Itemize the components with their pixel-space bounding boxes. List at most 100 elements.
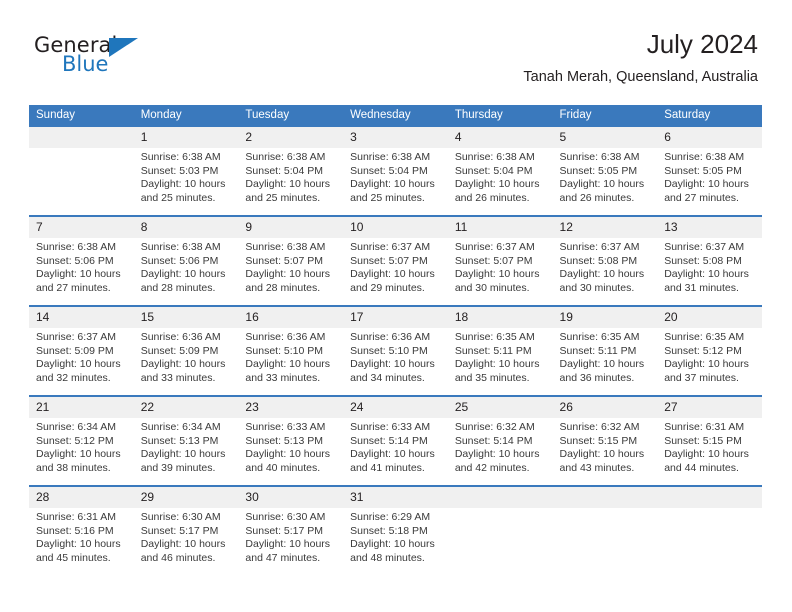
calendar-day-cell[interactable]: 26 Sunrise: 6:32 AM Sunset: 5:15 PM Dayligh…: [552, 395, 658, 486]
calendar-day-cell[interactable]: 12 Sunrise: 6:37 AM Sunset: 5:08 PM Dayligh…: [552, 215, 658, 306]
day-number: 5: [552, 127, 658, 148]
calendar-day-cell[interactable]: 1 Sunrise: 6:38 AM Sunset: 5:03 PM Daylight…: [133, 127, 239, 216]
day-sunrise-text: Sunrise: 6:37 AM: [454, 241, 535, 253]
day-number: 9: [238, 217, 344, 238]
calendar-week-row: 21 Sunrise: 6:34 AM Sunset: 5:12 PM Dayligh…: [29, 395, 762, 486]
day-sunrise-text: Sunrise: 6:36 AM: [245, 331, 326, 343]
calendar-day-cell[interactable]: 4 Sunrise: 6:38 AM Sunset: 5:04 PM Daylight…: [447, 127, 553, 216]
calendar-day-cell[interactable]: 23 Sunrise: 6:33 AM Sunset: 5:13 PM Dayligh…: [238, 395, 344, 486]
calendar-day-cell[interactable]: 15 Sunrise: 6:36 AM Sunset: 5:09 PM Dayligh…: [133, 305, 239, 396]
calendar-day-cell[interactable]: 24 Sunrise: 6:33 AM Sunset: 5:14 PM Dayligh…: [343, 395, 448, 486]
day-daylight-line1-text: Daylight: 10 hours: [559, 358, 645, 371]
day-details: Sunrise: 6:38 AM Sunset: 5:04 PM Daylight:…: [343, 148, 448, 205]
day-daylight-line2-text: and 45 minutes.: [36, 551, 111, 564]
day-sunrise-text: Sunrise: 6:38 AM: [36, 241, 116, 253]
day-details: Sunrise: 6:32 AM Sunset: 5:14 PM Daylight:…: [448, 418, 553, 475]
day-daylight-line1-text: Daylight: 10 hours: [350, 268, 435, 281]
day-daylight-line1-text: Daylight: 10 hours: [664, 268, 749, 281]
day-daylight-line2-text: and 42 minutes.: [454, 461, 530, 474]
day-details: Sunrise: 6:37 AM Sunset: 5:07 PM Daylight:…: [343, 238, 448, 295]
day-sunset-text: Sunset: 5:11 PM: [454, 344, 532, 357]
calendar-day-cell[interactable]: 2 Sunrise: 6:38 AM Sunset: 5:04 PM Daylight…: [238, 127, 344, 216]
day-sunrise-text: Sunrise: 6:37 AM: [36, 331, 116, 343]
calendar-day-cell[interactable]: 13 Sunrise: 6:37 AM Sunset: 5:08 PM Dayligh…: [657, 215, 762, 306]
day-sunrise-text: Sunrise: 6:35 AM: [454, 331, 535, 343]
weekday-header-friday: Friday: [552, 105, 658, 127]
day-sunset-text: Sunset: 5:17 PM: [140, 524, 219, 537]
day-sunrise-text: Sunrise: 6:31 AM: [664, 421, 745, 433]
day-sunrise-text: Sunrise: 6:37 AM: [664, 241, 745, 253]
day-details: Sunrise: 6:33 AM Sunset: 5:14 PM Daylight:…: [343, 418, 448, 475]
day-details: Sunrise: 6:37 AM Sunset: 5:08 PM Daylight:…: [657, 238, 762, 295]
weekday-header-tuesday: Tuesday: [238, 105, 344, 127]
day-daylight-line2-text: and 44 minutes.: [664, 461, 739, 474]
calendar-day-cell[interactable]: 21 Sunrise: 6:34 AM Sunset: 5:12 PM Dayligh…: [29, 395, 134, 486]
calendar-day-cell[interactable]: 29 Sunrise: 6:30 AM Sunset: 5:17 PM Dayligh…: [133, 485, 239, 575]
calendar-day-cell[interactable]: 19 Sunrise: 6:35 AM Sunset: 5:11 PM Dayligh…: [552, 305, 658, 396]
calendar-day-cell[interactable]: 17 Sunrise: 6:36 AM Sunset: 5:10 PM Dayligh…: [343, 305, 448, 396]
calendar-day-cell[interactable]: 8 Sunrise: 6:38 AM Sunset: 5:06 PM Daylight…: [133, 215, 239, 306]
day-number: 19: [552, 307, 658, 328]
day-daylight-line1-text: Daylight: 10 hours: [245, 538, 331, 551]
day-daylight-line1-text: Daylight: 10 hours: [559, 268, 645, 281]
weekday-header-row: Sunday Monday Tuesday Wednesday Thursday…: [29, 105, 762, 127]
day-daylight-line2-text: and 27 minutes.: [36, 281, 111, 294]
calendar-day-cell[interactable]: 31 Sunrise: 6:29 AM Sunset: 5:18 PM Dayligh…: [343, 485, 448, 575]
day-daylight-line2-text: and 28 minutes.: [245, 281, 321, 294]
day-sunset-text: Sunset: 5:07 PM: [245, 254, 324, 267]
calendar-day-cell[interactable]: 14 Sunrise: 6:37 AM Sunset: 5:09 PM Dayligh…: [29, 305, 134, 396]
day-daylight-line2-text: and 38 minutes.: [36, 461, 111, 474]
day-daylight-line1-text: Daylight: 10 hours: [140, 448, 226, 461]
day-daylight-line2-text: and 46 minutes.: [140, 551, 216, 564]
day-daylight-line1-text: Daylight: 10 hours: [245, 358, 331, 371]
calendar-day-cell[interactable]: 25 Sunrise: 6:32 AM Sunset: 5:14 PM Dayligh…: [447, 395, 553, 486]
day-daylight-line1-text: Daylight: 10 hours: [454, 358, 540, 371]
calendar-day-cell[interactable]: 22 Sunrise: 6:34 AM Sunset: 5:13 PM Dayligh…: [133, 395, 239, 486]
day-daylight-line2-text: and 27 minutes.: [664, 191, 739, 204]
day-details: Sunrise: 6:36 AM Sunset: 5:10 PM Daylight:…: [343, 328, 448, 385]
calendar-day-cell[interactable]: 5 Sunrise: 6:38 AM Sunset: 5:05 PM Daylight…: [552, 127, 658, 216]
day-sunrise-text: Sunrise: 6:34 AM: [140, 421, 221, 433]
day-number: 6: [657, 127, 762, 148]
calendar-day-cell[interactable]: 28 Sunrise: 6:31 AM Sunset: 5:16 PM Dayligh…: [29, 485, 134, 575]
calendar-day-cell[interactable]: 20 Sunrise: 6:35 AM Sunset: 5:12 PM Dayligh…: [657, 305, 762, 396]
brand-logo[interactable]: General Blue: [34, 34, 154, 80]
calendar-day-cell[interactable]: 18 Sunrise: 6:35 AM Sunset: 5:11 PM Dayligh…: [447, 305, 553, 396]
day-sunset-text: Sunset: 5:10 PM: [350, 344, 428, 357]
day-sunset-text: Sunset: 5:08 PM: [559, 254, 638, 267]
day-sunset-text: Sunset: 5:04 PM: [454, 164, 533, 177]
day-number: 28: [29, 487, 134, 508]
calendar-day-cell[interactable]: 27 Sunrise: 6:31 AM Sunset: 5:15 PM Dayligh…: [657, 395, 762, 486]
calendar-day-cell[interactable]: 3 Sunrise: 6:38 AM Sunset: 5:04 PM Daylight…: [343, 127, 448, 216]
calendar-day-cell[interactable]: 7 Sunrise: 6:38 AM Sunset: 5:06 PM Daylight…: [29, 215, 134, 306]
brand-name-blue: Blue: [62, 52, 109, 76]
day-sunrise-text: Sunrise: 6:38 AM: [664, 151, 745, 163]
day-details: Sunrise: 6:38 AM Sunset: 5:06 PM Daylight:…: [134, 238, 239, 295]
calendar-day-cell[interactable]: 11 Sunrise: 6:37 AM Sunset: 5:07 PM Dayligh…: [447, 215, 553, 306]
day-sunrise-text: Sunrise: 6:34 AM: [36, 421, 116, 433]
day-daylight-line2-text: and 34 minutes.: [350, 371, 425, 384]
day-daylight-line2-text: and 30 minutes.: [559, 281, 635, 294]
day-number: 14: [29, 307, 134, 328]
day-daylight-line1-text: Daylight: 10 hours: [350, 448, 435, 461]
day-details: Sunrise: 6:31 AM Sunset: 5:15 PM Daylight:…: [657, 418, 762, 475]
day-sunrise-text: Sunrise: 6:32 AM: [559, 421, 640, 433]
day-sunrise-text: Sunrise: 6:38 AM: [350, 151, 431, 163]
day-daylight-line2-text: and 39 minutes.: [140, 461, 216, 474]
calendar-day-cell[interactable]: 16 Sunrise: 6:36 AM Sunset: 5:10 PM Dayligh…: [238, 305, 344, 396]
calendar-day-cell[interactable]: 30 Sunrise: 6:30 AM Sunset: 5:17 PM Dayligh…: [238, 485, 344, 575]
calendar-day-cell[interactable]: 10 Sunrise: 6:37 AM Sunset: 5:07 PM Dayligh…: [343, 215, 448, 306]
day-number: 8: [133, 217, 239, 238]
day-sunset-text: Sunset: 5:06 PM: [140, 254, 219, 267]
day-sunrise-text: Sunrise: 6:38 AM: [454, 151, 535, 163]
day-daylight-line2-text: and 41 minutes.: [350, 461, 425, 474]
day-details: Sunrise: 6:35 AM Sunset: 5:11 PM Daylight:…: [448, 328, 553, 385]
day-daylight-line2-text: and 25 minutes.: [140, 191, 216, 204]
calendar-day-cell[interactable]: 6 Sunrise: 6:38 AM Sunset: 5:05 PM Daylight…: [657, 127, 762, 216]
calendar-day-cell[interactable]: 9 Sunrise: 6:38 AM Sunset: 5:07 PM Daylight…: [238, 215, 344, 306]
day-number: 22: [133, 397, 239, 418]
day-daylight-line2-text: and 26 minutes.: [454, 191, 530, 204]
day-daylight-line1-text: Daylight: 10 hours: [36, 538, 121, 551]
day-sunrise-text: Sunrise: 6:30 AM: [140, 511, 221, 523]
calendar-day-cell-empty: [657, 485, 762, 575]
